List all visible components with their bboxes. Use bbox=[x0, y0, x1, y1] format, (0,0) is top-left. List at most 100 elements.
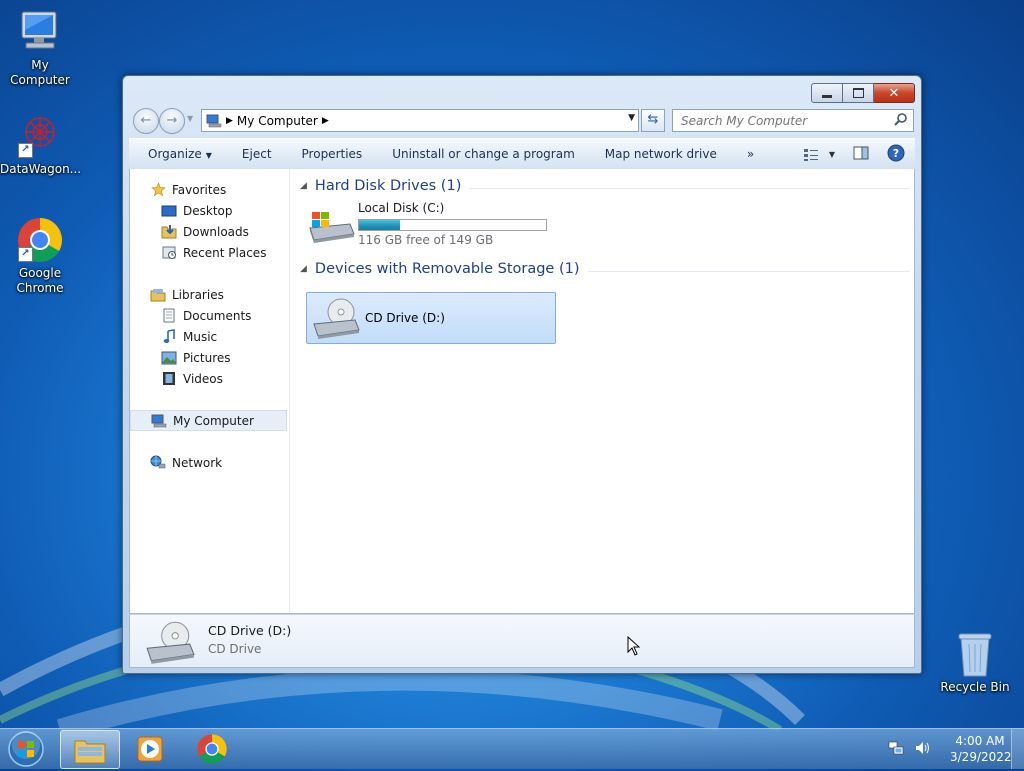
address-dropdown-icon[interactable]: ▼ bbox=[628, 113, 635, 123]
recycle-bin-icon bbox=[951, 630, 999, 678]
help-button[interactable]: ? bbox=[887, 144, 905, 165]
chrome-icon: ↗ bbox=[16, 216, 64, 264]
more-commands-button[interactable]: » bbox=[732, 147, 769, 161]
explorer-window[interactable]: ✕ ← → ▼ ▶ My Computer ▶ ▼ ⇆ Organize▼ Ej… bbox=[122, 75, 922, 674]
nav-label: Documents bbox=[183, 308, 252, 323]
nav-libraries[interactable]: Libraries bbox=[130, 284, 307, 305]
desktop-icon-recycle-bin[interactable]: Recycle Bin bbox=[935, 630, 1015, 695]
search-box[interactable] bbox=[672, 109, 914, 132]
nav-label: Music bbox=[183, 329, 218, 344]
cd-drive-icon bbox=[311, 296, 365, 340]
desktop-icon-my-computer[interactable]: My Computer bbox=[0, 8, 80, 88]
desktop-icon-datawagon[interactable]: ↗ DataWagon... bbox=[0, 112, 81, 177]
show-desktop-button[interactable] bbox=[1011, 729, 1024, 769]
change-view-button[interactable]: ▼ bbox=[803, 148, 835, 162]
minimize-button[interactable] bbox=[811, 83, 843, 103]
recent-places-icon bbox=[161, 245, 177, 261]
close-button[interactable]: ✕ bbox=[874, 83, 915, 103]
group-header-hard-disk-drives[interactable]: ◢ Hard Disk Drives (1) bbox=[300, 175, 910, 197]
view-options-icon bbox=[803, 148, 818, 161]
close-icon: ✕ bbox=[888, 85, 900, 101]
nav-label: Pictures bbox=[183, 350, 231, 365]
breadcrumb-my-computer[interactable]: My Computer bbox=[237, 114, 318, 128]
details-title: CD Drive (D:) bbox=[208, 623, 292, 638]
uninstall-program-button[interactable]: Uninstall or change a program bbox=[377, 147, 590, 161]
details-text: CD Drive (D:) CD Drive bbox=[208, 623, 291, 656]
datawagon-icon: ↗ bbox=[16, 112, 64, 160]
drive-usage-fill bbox=[359, 220, 401, 230]
group-divider bbox=[587, 270, 910, 272]
nav-label: Favorites bbox=[172, 182, 227, 197]
network-status-icon[interactable] bbox=[888, 740, 904, 759]
map-network-drive-button[interactable]: Map network drive bbox=[590, 147, 732, 161]
chevron-down-icon: ▼ bbox=[205, 151, 212, 160]
music-note-icon bbox=[161, 329, 177, 345]
eject-button[interactable]: Eject bbox=[227, 147, 287, 161]
downloads-folder-icon bbox=[161, 224, 177, 240]
media-player-icon bbox=[137, 736, 163, 761]
nav-my-computer[interactable]: My Computer bbox=[130, 410, 287, 431]
videos-icon bbox=[161, 371, 177, 387]
nav-label: Libraries bbox=[172, 287, 224, 302]
breadcrumb-separator-icon[interactable]: ▶ bbox=[322, 116, 329, 126]
group-title: Hard Disk Drives (1) bbox=[314, 178, 462, 194]
collapse-triangle-icon[interactable]: ◢ bbox=[300, 181, 307, 191]
back-button[interactable]: ← bbox=[133, 108, 159, 134]
nav-network[interactable]: Network bbox=[130, 452, 307, 473]
search-input[interactable] bbox=[679, 112, 893, 129]
organize-button[interactable]: Organize ▼ bbox=[129, 147, 227, 161]
computer-icon bbox=[206, 114, 222, 128]
recent-pages-dropdown-icon[interactable]: ▼ bbox=[187, 114, 193, 123]
maximize-icon bbox=[852, 88, 864, 98]
drive-name: CD Drive (D:) bbox=[365, 311, 445, 325]
breadcrumb-separator-icon[interactable]: ▶ bbox=[226, 116, 233, 126]
nav-favorites[interactable]: Favorites bbox=[130, 179, 307, 200]
taskbar-explorer-button[interactable] bbox=[60, 730, 120, 769]
chevron-down-icon: ▼ bbox=[828, 150, 835, 159]
drive-name: Local Disk (C:) bbox=[358, 201, 445, 215]
svg-text:?: ? bbox=[893, 147, 899, 160]
desktop-icon-label: Recycle Bin bbox=[940, 680, 1010, 694]
nav-label: Recent Places bbox=[183, 245, 267, 260]
refresh-button[interactable]: ⇆ bbox=[641, 109, 665, 132]
drive-cd-d[interactable]: CD Drive (D:) bbox=[306, 292, 556, 344]
drive-usage-bar bbox=[358, 219, 547, 231]
cd-drive-icon bbox=[144, 619, 196, 668]
details-subtitle: CD Drive bbox=[208, 642, 262, 656]
clock-time: 4:00 AM bbox=[955, 734, 1005, 748]
navigation-bar: ← → ▼ ▶ My Computer ▶ ▼ ⇆ bbox=[131, 106, 915, 134]
star-icon bbox=[150, 182, 166, 198]
desktop-folder-icon bbox=[161, 203, 177, 219]
nav-label: Videos bbox=[183, 371, 223, 386]
network-icon bbox=[150, 455, 166, 471]
nav-label: Desktop bbox=[183, 203, 233, 218]
pictures-icon bbox=[161, 350, 177, 366]
taskbar-media-player-button[interactable] bbox=[121, 730, 179, 767]
address-bar[interactable]: ▶ My Computer ▶ ▼ bbox=[201, 109, 639, 132]
group-divider bbox=[469, 187, 910, 189]
search-icon[interactable] bbox=[894, 112, 908, 129]
clock-date: 3/29/2022 bbox=[950, 750, 1012, 764]
start-button[interactable] bbox=[6, 730, 46, 768]
maximize-button[interactable] bbox=[843, 83, 874, 103]
taskbar-chrome-button[interactable] bbox=[183, 730, 241, 767]
nav-label: Network bbox=[172, 455, 223, 470]
collapse-triangle-icon[interactable]: ◢ bbox=[300, 264, 307, 274]
documents-icon bbox=[161, 308, 177, 324]
shortcut-arrow-icon: ↗ bbox=[18, 247, 33, 262]
mouse-cursor-icon bbox=[627, 636, 641, 656]
preview-pane-button[interactable] bbox=[853, 146, 869, 163]
drive-local-disk-c[interactable]: Local Disk (C:) 116 GB free of 149 GB bbox=[306, 201, 547, 247]
back-arrow-icon: ← bbox=[140, 113, 152, 128]
taskbar-clock[interactable]: 4:00 AM 3/29/2022 bbox=[950, 733, 1012, 765]
file-list: ◢ Hard Disk Drives (1) Local Disk (C:) 1… bbox=[290, 169, 914, 613]
folder-icon bbox=[74, 740, 106, 763]
nav-label: My Computer bbox=[173, 413, 254, 428]
volume-icon[interactable] bbox=[914, 740, 932, 759]
computer-icon bbox=[16, 8, 64, 56]
properties-button[interactable]: Properties bbox=[287, 147, 378, 161]
group-header-removable-storage[interactable]: ◢ Devices with Removable Storage (1) bbox=[300, 258, 910, 280]
navigation-pane: Favorites Desktop Downloads Recent Place… bbox=[130, 169, 290, 613]
forward-button[interactable]: → bbox=[159, 108, 185, 134]
desktop-icon-google-chrome[interactable]: ↗ Google Chrome bbox=[0, 216, 80, 296]
